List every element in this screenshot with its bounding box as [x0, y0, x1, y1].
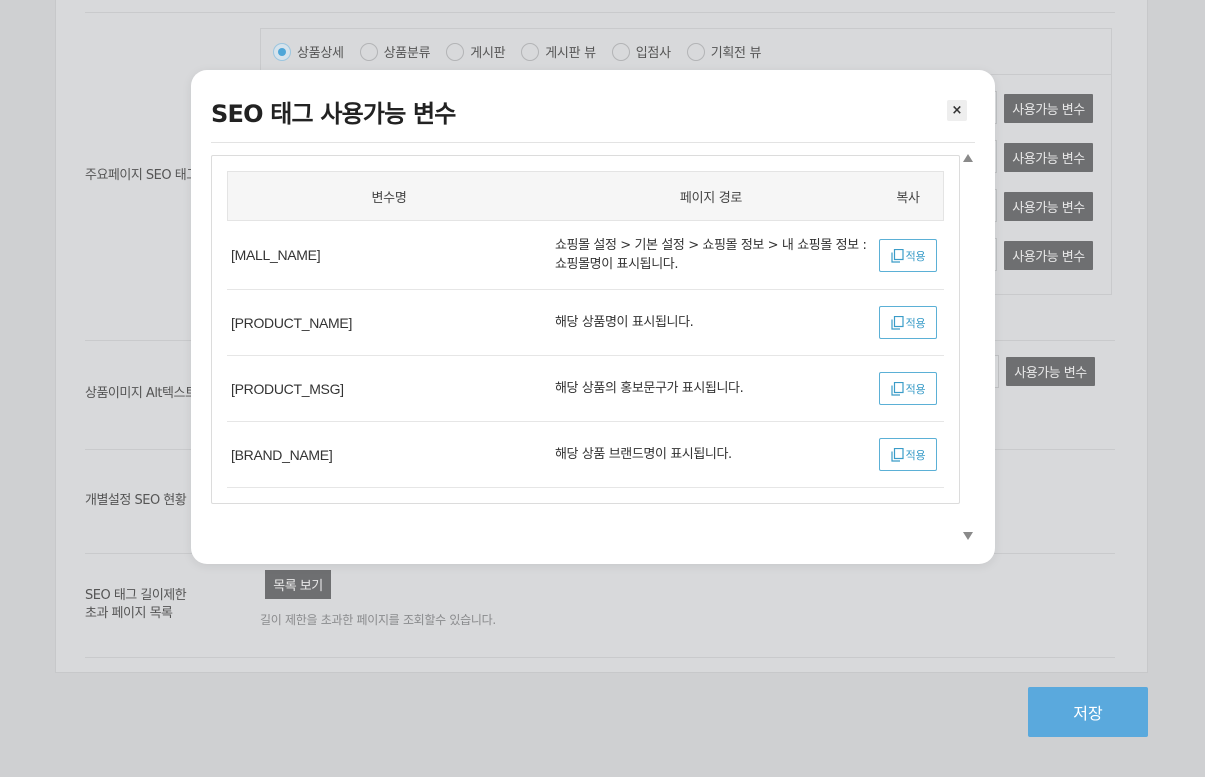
close-icon[interactable]: ×	[947, 100, 967, 121]
apply-label: 적용	[905, 316, 926, 330]
radio-board[interactable]: 게시판	[446, 42, 506, 61]
copy-icon	[891, 248, 904, 263]
scroll-up-arrow-icon[interactable]	[962, 153, 974, 163]
individual-seo-label: 개별설정 SEO 현황	[85, 493, 187, 508]
table-row: [MALL_NAME] 쇼핑몰 설정 > 기본 설정 > 쇼핑몰 정보 > 내 …	[227, 221, 944, 290]
available-vars-button[interactable]: 사용가능 변수	[1004, 94, 1093, 123]
radio-label: 게시판 뷰	[545, 46, 596, 61]
variable-path: 해당 상품명이 표시됩니다.	[555, 315, 694, 330]
variable-name: [BRAND_NAME]	[231, 446, 333, 463]
radio-promotion-view[interactable]: 기획전 뷰	[686, 42, 762, 61]
column-header-copy: 복사	[896, 190, 920, 206]
radio-product-category[interactable]: 상품분류	[359, 42, 431, 61]
table-row: [PRODUCT_MSG] 해당 상품의 홍보문구가 표시됩니다. 적용	[227, 356, 944, 422]
apply-button[interactable]: 적용	[879, 372, 937, 405]
variable-path: 해당 상품의 홍보문구가 표시됩니다.	[555, 381, 744, 396]
radio-label: 기획전 뷰	[710, 46, 762, 61]
radio-board-view[interactable]: 게시판 뷰	[521, 42, 596, 61]
variable-name: [PRODUCT_MSG]	[231, 380, 344, 397]
radio-checked-icon	[273, 42, 291, 61]
apply-label: 적용	[905, 249, 926, 263]
available-vars-button[interactable]: 사용가능 변수	[1004, 143, 1093, 172]
available-vars-button[interactable]: 사용가능 변수	[1004, 192, 1093, 221]
image-alt-label: 상품이미지 Alt텍스트	[85, 386, 197, 401]
seo-variables-modal: SEO 태그 사용가능 변수 × 변수명 페이지 경로 복사 [MALL_NAM…	[191, 70, 995, 564]
apply-label: 적용	[905, 382, 926, 396]
variable-name: [MALL_NAME]	[231, 247, 321, 263]
apply-button[interactable]: 적용	[879, 239, 937, 272]
radio-unchecked-icon	[686, 42, 705, 61]
row-divider	[85, 12, 1115, 13]
radio-label: 상품분류	[383, 46, 431, 61]
length-limit-label-line2: 초과 페이지 목록	[85, 606, 173, 621]
apply-label: 적용	[905, 448, 926, 462]
table-row: [BRAND_NAME] 해당 상품 브랜드명이 표시됩니다. 적용	[227, 422, 944, 488]
apply-button[interactable]: 적용	[879, 306, 937, 339]
radio-label: 입점사	[635, 46, 671, 61]
table-row: [PRODUCT_NAME] 해당 상품명이 표시됩니다. 적용	[227, 290, 944, 356]
radio-unchecked-icon	[359, 42, 378, 61]
modal-title: SEO 태그 사용가능 변수	[211, 100, 456, 128]
copy-icon	[891, 447, 904, 462]
title-divider	[211, 142, 975, 143]
radio-vendor[interactable]: 입점사	[611, 42, 671, 61]
radio-product-detail[interactable]: 상품상세	[273, 42, 344, 61]
apply-button[interactable]: 적용	[879, 438, 937, 471]
radio-unchecked-icon	[611, 42, 630, 61]
scroll-down-arrow-icon[interactable]	[962, 531, 974, 541]
length-limit-label-line1: SEO 태그 길이제한	[85, 588, 187, 603]
available-vars-button[interactable]: 사용가능 변수	[1006, 357, 1095, 386]
copy-icon	[891, 315, 904, 330]
variable-name: [PRODUCT_NAME]	[231, 314, 353, 331]
radio-label: 상품상세	[297, 46, 344, 61]
radio-unchecked-icon	[521, 42, 540, 61]
column-header-name: 변수명	[371, 190, 407, 206]
variable-path: 쇼핑몰 설정 > 기본 설정 > 쇼핑몰 정보 > 내 쇼핑몰 정보 : 쇼핑몰…	[555, 238, 867, 272]
table-header: 변수명 페이지 경로 복사	[227, 171, 944, 221]
length-limit-hint: 길이 제한을 초과한 페이지를 조회할수 있습니다.	[260, 613, 496, 627]
available-vars-button[interactable]: 사용가능 변수	[1004, 241, 1093, 270]
view-list-button[interactable]: 목록 보기	[265, 570, 331, 599]
image-alt-input[interactable]	[995, 355, 999, 388]
copy-icon	[891, 381, 904, 396]
radio-unchecked-icon	[446, 42, 465, 61]
main-page-seo-label: 주요페이지 SEO 태그	[85, 168, 198, 183]
save-button[interactable]: 저장	[1028, 687, 1148, 737]
variables-table: 변수명 페이지 경로 복사 [MALL_NAME] 쇼핑몰 설정 > 기본 설정…	[211, 155, 960, 504]
page-type-radio-group: 상품상세 상품분류 게시판 게시판 뷰 입점사 기획전 뷰	[261, 29, 1111, 75]
row-divider	[85, 657, 1115, 658]
radio-label: 게시판	[470, 46, 506, 61]
variable-path: 해당 상품 브랜드명이 표시됩니다.	[555, 447, 732, 462]
column-header-path: 페이지 경로	[679, 190, 743, 206]
